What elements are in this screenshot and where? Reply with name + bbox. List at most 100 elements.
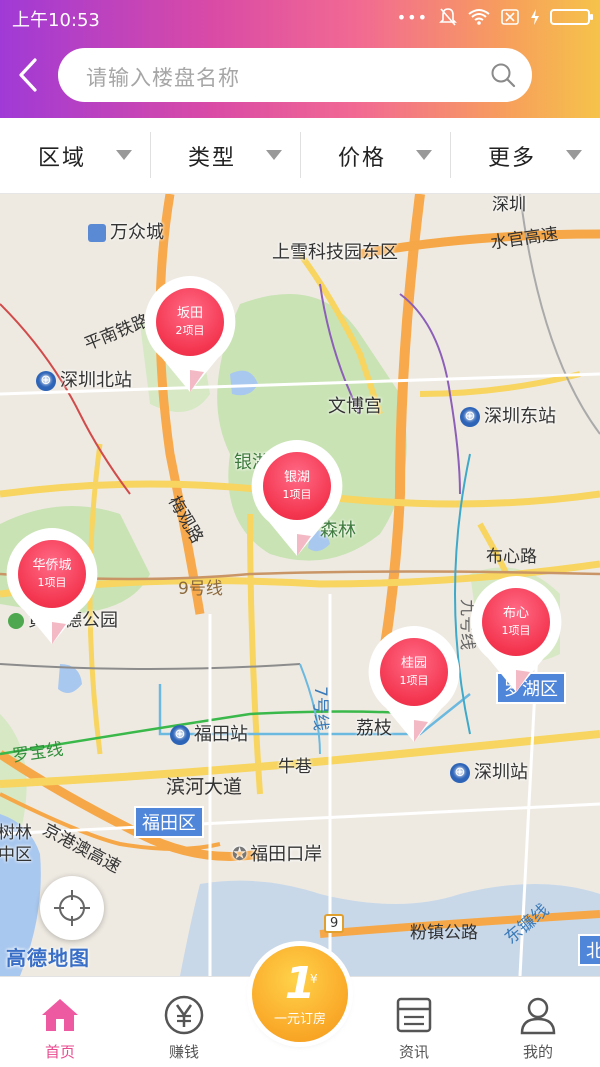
wifi-icon xyxy=(468,9,490,25)
pin-badge: 桂园 1项目 xyxy=(380,638,448,706)
route-shield: 9 xyxy=(324,914,345,933)
filter-label: 价格 xyxy=(337,145,386,171)
battery-icon xyxy=(550,9,593,25)
map-label-text: 上雪科技园东区 xyxy=(272,242,398,263)
map-label: 文博宫 xyxy=(328,392,382,418)
search-input[interactable]: 请输入楼盘名称 xyxy=(58,48,532,102)
header: 上午10:53 ••• 请输入楼盘名称 xyxy=(0,0,600,118)
pin-name: 坂田 xyxy=(176,306,203,321)
status-time: 上午10:53 xyxy=(12,10,100,31)
locate-button[interactable] xyxy=(40,876,104,940)
pin-count: 1项目 xyxy=(37,576,67,589)
caret-down-icon xyxy=(416,150,432,160)
pin-count: 1项目 xyxy=(501,624,531,637)
map-pin-yinhu[interactable]: 银湖 1项目 xyxy=(249,438,345,558)
nav-label: 资讯 xyxy=(398,1043,429,1061)
pin-name: 银湖 xyxy=(283,470,310,485)
app-root: 上午10:53 ••• 请输入楼盘名称 区域 类型 价格 更多 万众城 上雪科技… xyxy=(0,0,600,1067)
map-label-text: 深圳东站 xyxy=(484,406,556,427)
charging-icon xyxy=(531,9,539,25)
district-tag: 北 xyxy=(578,934,600,966)
status-icons: ••• xyxy=(396,6,593,28)
map-label-text: 9号线 xyxy=(178,579,223,599)
map-label-text: 福田区 xyxy=(142,813,196,834)
more-dots-icon: ••• xyxy=(396,7,428,27)
map-label-text: 7号线 xyxy=(309,686,330,731)
map-label-text: 万众城 xyxy=(110,222,164,243)
map-label-text: 中区 xyxy=(0,845,32,865)
pin-count: 1项目 xyxy=(282,488,312,501)
map-label-text: 文博宫 xyxy=(328,396,382,417)
pin-badge: 布心 1项目 xyxy=(482,588,550,656)
one-yuan-booking-button[interactable]: 1 ¥ 一元订房 xyxy=(252,946,348,1042)
map-label-text: 9 xyxy=(330,916,339,931)
map-label-text: 深圳北站 xyxy=(60,370,132,391)
pin-name: 布心 xyxy=(502,606,529,621)
filter-price[interactable]: 价格 xyxy=(300,118,450,193)
home-icon xyxy=(42,999,78,1031)
filter-label: 区域 xyxy=(37,145,86,171)
nav-home[interactable]: 首页 xyxy=(10,977,110,1067)
filter-label: 更多 xyxy=(487,145,536,171)
nav-label: 首页 xyxy=(44,1043,75,1061)
map-label: ⊕ 深圳东站 xyxy=(460,402,556,428)
search-placeholder: 请输入楼盘名称 xyxy=(86,66,240,90)
news-icon xyxy=(396,997,432,1033)
pin-badge: 坂田 2项目 xyxy=(156,288,224,356)
map-pin-buxin[interactable]: 布心 1项目 xyxy=(468,574,564,694)
star-icon: ✪ xyxy=(232,844,248,865)
map-label-text: 布心路 xyxy=(486,547,537,567)
map-label-text: 福田口岸 xyxy=(250,844,323,865)
road-label: 7号线 xyxy=(310,686,335,731)
caret-down-icon xyxy=(116,150,132,160)
yen-coin-icon xyxy=(164,995,204,1035)
sim-off-icon xyxy=(501,9,519,25)
pin-badge: 银湖 1项目 xyxy=(263,452,331,520)
filter-more[interactable]: 更多 xyxy=(450,118,600,193)
map-pin-bantian[interactable]: 坂田 2项目 xyxy=(142,274,238,394)
map-label: ⊕ 深圳站 xyxy=(450,758,528,784)
building-icon xyxy=(88,224,106,242)
map-label: ✪ 福田口岸 xyxy=(232,840,322,866)
map-label: 深圳 xyxy=(492,194,526,215)
map-label-text: 滨河大道 xyxy=(166,776,243,798)
road-label: 粉镇公路 xyxy=(410,918,478,943)
map-label-text: 深圳站 xyxy=(474,762,528,783)
map-label-text: 粉镇公路 xyxy=(410,923,478,943)
map-label: 牛巷 xyxy=(278,752,312,777)
back-button[interactable] xyxy=(10,54,46,96)
map-label: 中区 xyxy=(0,840,32,865)
metro-station-icon: ⊕ xyxy=(170,725,190,745)
pin-name: 华侨城 xyxy=(32,558,72,573)
nav-news[interactable]: 资讯 xyxy=(364,977,464,1067)
map-view[interactable]: 万众城 上雪科技园东区 水官高速 深圳 平南铁路 ⊕ 深圳北站 文博宫 ⊕ 深圳东站… xyxy=(0,194,600,976)
nav-label: 我的 xyxy=(522,1043,553,1061)
pin-badge: 华侨城 1项目 xyxy=(18,540,86,608)
road-label: 9号线 xyxy=(178,574,223,599)
status-bar: 上午10:53 ••• xyxy=(0,0,600,34)
center-yen: ¥ xyxy=(310,972,318,986)
filter-type[interactable]: 类型 xyxy=(150,118,300,193)
map-pin-guiyuan[interactable]: 桂园 1项目 xyxy=(366,624,462,744)
road-label: 滨河大道 xyxy=(166,772,242,799)
nav-label: 赚钱 xyxy=(168,1043,199,1061)
map-pin-huaqiaocheng[interactable]: 华侨城 1项目 xyxy=(4,526,100,646)
pin-count: 1项目 xyxy=(399,674,429,687)
nav-earn[interactable]: 赚钱 xyxy=(134,977,234,1067)
map-label-text: 深圳 xyxy=(492,195,526,215)
road-label: 布心路 xyxy=(486,542,537,567)
center-label: 一元订房 xyxy=(273,1011,326,1027)
nav-mine[interactable]: 我的 xyxy=(488,977,588,1067)
pin-count: 2项目 xyxy=(175,324,205,337)
map-label-text: 福田站 xyxy=(194,724,248,745)
bell-muted-icon xyxy=(439,8,457,26)
filter-area[interactable]: 区域 xyxy=(0,118,150,193)
map-label: 万众城 xyxy=(88,218,164,244)
map-label: ⊕ 福田站 xyxy=(170,720,248,746)
metro-station-icon: ⊕ xyxy=(36,371,56,391)
search-icon[interactable] xyxy=(490,62,516,88)
map-label: ⊕ 深圳北站 xyxy=(36,366,132,392)
caret-down-icon xyxy=(566,150,582,160)
filter-label: 类型 xyxy=(187,145,236,171)
pin-name: 桂园 xyxy=(400,656,427,671)
